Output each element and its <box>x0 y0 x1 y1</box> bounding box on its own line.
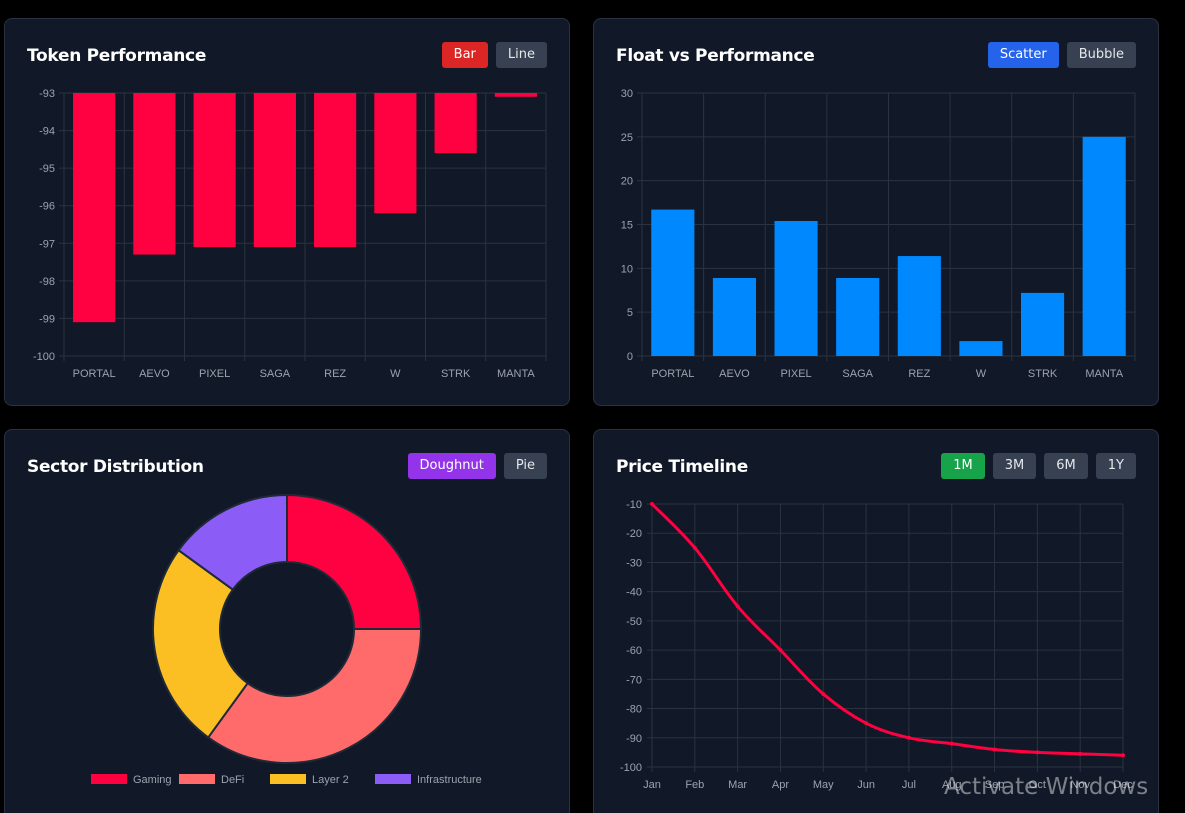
bar-w <box>374 93 417 214</box>
float-vs-performance-chart: 30 25 20 15 10 5 0 PORTAL AEVO PIXEL SAGA REZ W STRK M… <box>621 88 1136 380</box>
legend-label: Infrastructure <box>417 774 482 786</box>
doughnut-slice-gaming <box>286 493 423 630</box>
token-performance-chart: -93 -94 -95 -96 -97 -98 -99 -100 PORTAL AEVO PIXEL… <box>33 88 547 380</box>
x-tick-label: STRK <box>441 368 471 380</box>
bar-pixel <box>774 220 818 356</box>
legend-swatch <box>179 774 215 784</box>
y-tick-label: -30 <box>626 557 642 569</box>
y-tick-label: -97 <box>39 238 55 250</box>
x-tick-label: PIXEL <box>199 368 230 380</box>
y-tick-label: -93 <box>39 88 55 100</box>
x-tick-label: PORTAL <box>651 368 694 380</box>
x-tick-label: W <box>976 368 987 380</box>
y-tick-label: -70 <box>626 674 642 686</box>
doughnut-slice-defi <box>206 628 423 764</box>
price-point-jun <box>864 721 869 726</box>
y-tick-label: -40 <box>626 587 642 599</box>
price-point-apr <box>778 648 783 653</box>
token-performance-card: Token Performance Bar Line -93 -94 -95 -96-… <box>4 18 570 406</box>
legend-swatch <box>270 774 306 784</box>
price-point-mar <box>735 604 740 609</box>
legend-label: DeFi <box>221 774 244 786</box>
float-vs-performance-card: Float vs Performance Scatter Bubble 30 25… <box>593 18 1159 406</box>
bar-w <box>959 341 1003 356</box>
y-tick-label: 10 <box>621 263 633 275</box>
x-tick-label: REZ <box>908 368 930 380</box>
bar-pixel <box>193 93 236 248</box>
bar-manta <box>1082 136 1126 356</box>
bar-aevo <box>133 93 176 255</box>
y-tick-label: -50 <box>626 616 642 628</box>
x-tick-label: SAGA <box>260 368 291 380</box>
y-tick-label: 25 <box>621 132 633 144</box>
x-tick-label: SAGA <box>842 368 873 380</box>
price-point-dec <box>1121 753 1125 758</box>
price-point-sep <box>992 747 997 752</box>
y-tick-label: 5 <box>627 307 633 319</box>
x-tick-label: AEVO <box>719 368 750 380</box>
bar-rez <box>314 93 357 248</box>
bar-saga <box>253 93 296 248</box>
price-timeline-card: Price Timeline 1M 3M 6M 1Y -10 -20 -30 -40-… <box>593 429 1159 813</box>
y-tick-label: -98 <box>39 276 55 288</box>
y-tick-label: -94 <box>39 126 55 138</box>
sector-distribution-card: Sector Distribution Doughnut Pie Gaming D… <box>4 429 570 813</box>
y-tick-label: -96 <box>39 201 55 213</box>
y-tick-label: -20 <box>626 528 642 540</box>
price-point-jan <box>650 502 654 506</box>
bar-aevo <box>712 277 757 356</box>
bar-portal <box>73 93 116 323</box>
x-tick-label: Apr <box>772 779 789 791</box>
legend-swatch <box>375 774 411 784</box>
bar-portal <box>651 209 695 356</box>
price-line <box>650 502 1124 757</box>
x-tick-label: PIXEL <box>780 368 811 380</box>
x-tick-label: Jan <box>643 779 661 791</box>
x-tick-label: MANTA <box>497 368 535 380</box>
y-tick-label: 15 <box>621 220 633 232</box>
legend-label: Layer 2 <box>312 774 349 786</box>
price-point-oct <box>1035 750 1040 755</box>
price-point-feb <box>692 545 697 550</box>
y-tick-label: -99 <box>39 313 55 325</box>
x-tick-label: W <box>390 368 401 380</box>
y-tick-label: -80 <box>626 704 642 716</box>
windows-activation-watermark: Activate Windows <box>944 774 1149 800</box>
x-tick-label: MANTA <box>1085 368 1123 380</box>
bar-rez <box>897 256 941 356</box>
y-tick-label: -10 <box>626 499 642 511</box>
legend-swatch <box>91 774 127 784</box>
legend-label: Gaming <box>133 774 172 786</box>
price-timeline-chart: -10 -20 -30 -40 -50 -60 -70 -80 -90 -100Jan Feb Mar… <box>620 499 1133 791</box>
x-tick-label: STRK <box>1028 368 1058 380</box>
y-tick-label: 0 <box>627 351 633 363</box>
x-tick-label: AEVO <box>139 368 170 380</box>
x-tick-label: Mar <box>728 779 747 791</box>
x-tick-label: Jul <box>902 779 916 791</box>
y-tick-label: 30 <box>621 88 633 100</box>
x-tick-label: Feb <box>685 779 704 791</box>
price-point-jul <box>906 735 911 740</box>
x-tick-label: REZ <box>324 368 346 380</box>
y-tick-label: -100 <box>33 351 55 363</box>
x-tick-label: May <box>813 779 834 791</box>
price-point-nov <box>1078 751 1083 756</box>
sector-distribution-chart: Gaming DeFi Layer 2 Infrastructure <box>91 493 482 786</box>
y-tick-label: -60 <box>626 645 642 657</box>
price-point-may <box>821 691 826 696</box>
y-tick-label: 20 <box>621 176 633 188</box>
bar-strk <box>434 93 477 154</box>
bar-saga <box>836 277 880 356</box>
x-tick-label: PORTAL <box>73 368 116 380</box>
bar-manta <box>494 93 537 97</box>
y-tick-label: -100 <box>620 762 642 774</box>
y-tick-label: -90 <box>626 733 642 745</box>
bar-strk <box>1020 292 1065 356</box>
y-tick-label: -95 <box>39 163 55 175</box>
x-tick-label: Jun <box>857 779 875 791</box>
price-point-aug <box>949 741 954 746</box>
